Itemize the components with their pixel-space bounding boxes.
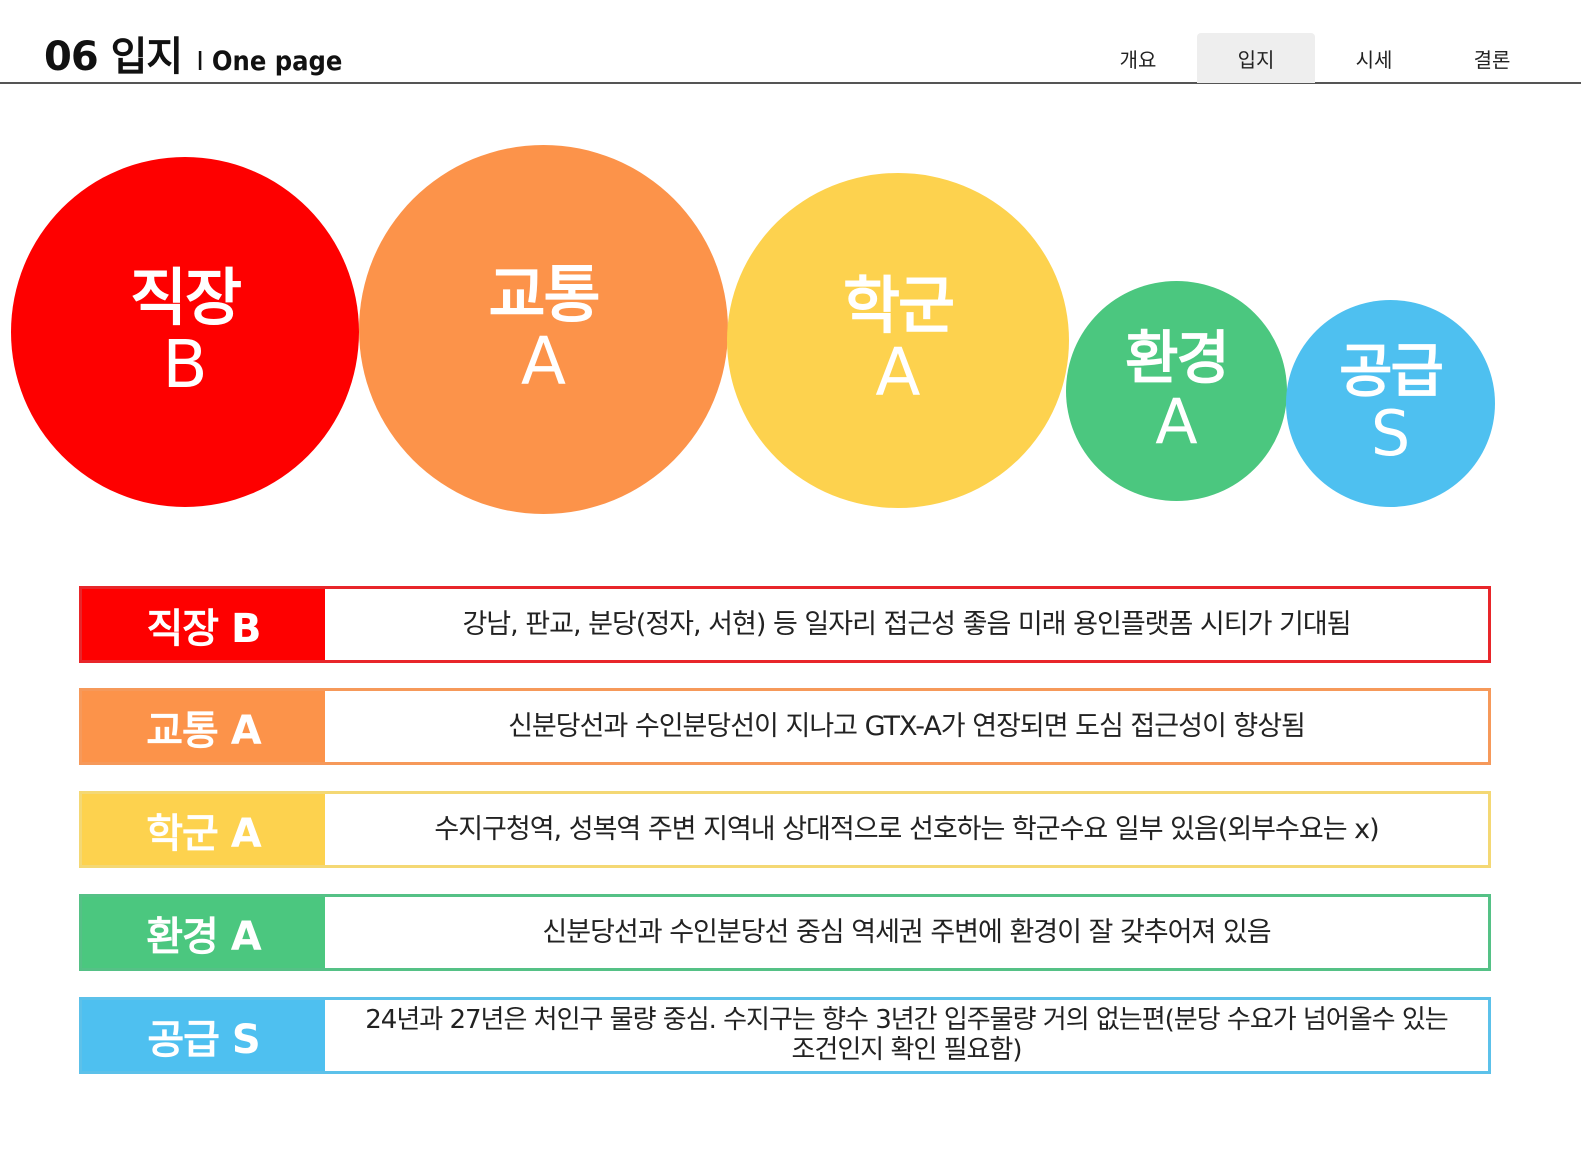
circle-job-label: 직장 [129, 260, 242, 334]
row-school-tag: 학군 A [82, 794, 325, 865]
title-separator: I [196, 47, 204, 77]
row-job-tag: 직장 B [82, 589, 325, 660]
row-supply-tag: 공급 S [82, 1000, 325, 1071]
header-bar: 06 입지 I One page 개요 입지 시세 결론 [0, 0, 1581, 84]
circle-environment-label: 환경 [1125, 324, 1230, 392]
row-job: 직장 B 강남, 판교, 분당(정자, 서현) 등 일자리 접근성 좋음 미래 … [79, 586, 1491, 663]
row-job-text: 강남, 판교, 분당(정자, 서현) 등 일자리 접근성 좋음 미래 용인플랫폼… [462, 608, 1351, 640]
nav-tab-overview[interactable]: 개요 [1079, 33, 1197, 83]
row-supply-text: 24년과 27년은 처인구 물량 중심. 수지구는 향수 3년간 입주물량 거의… [365, 1004, 1448, 1065]
circle-supply-grade: S [1370, 397, 1411, 471]
circle-environment-grade: A [1155, 384, 1198, 458]
nav-tab-conclusion[interactable]: 결론 [1433, 33, 1551, 83]
circle-school-grade: A [875, 334, 921, 412]
row-transport-text: 신분당선과 수인분당선이 지나고 GTX-A가 연장되면 도심 접근성이 향상됨 [508, 710, 1306, 742]
page-subtitle: One page [211, 46, 343, 77]
nav-tab-location[interactable]: 입지 [1197, 33, 1315, 83]
circle-transport: 교통 A [359, 145, 728, 514]
circle-environment: 환경 A [1066, 281, 1287, 501]
row-transport-tag: 교통 A [82, 691, 325, 762]
circle-job-grade: B [162, 325, 208, 403]
circle-job: 직장 B [11, 157, 359, 507]
row-environment-text: 신분당선과 수인분당선 중심 역세권 주변에 환경이 잘 갖추어져 있음 [542, 916, 1271, 948]
row-environment: 환경 A 신분당선과 수인분당선 중심 역세권 주변에 환경이 잘 갖추어져 있… [79, 894, 1491, 971]
section-nav: 개요 입지 시세 결론 [1079, 33, 1551, 83]
row-school: 학군 A 수지구청역, 성복역 주변 지역내 상대적으로 선호하는 학군수요 일… [79, 791, 1491, 868]
circle-school: 학군 A [727, 173, 1069, 508]
circle-transport-label: 교통 [488, 258, 600, 332]
row-supply: 공급 S 24년과 27년은 처인구 물량 중심. 수지구는 향수 3년간 입주… [79, 997, 1491, 1074]
row-transport: 교통 A 신분당선과 수인분당선이 지나고 GTX-A가 연장되면 도심 접근성… [79, 688, 1491, 765]
circle-supply: 공급 S [1286, 300, 1495, 507]
circle-transport-grade: A [520, 323, 567, 401]
page-title-main: 06 입지 [44, 34, 183, 80]
circle-school-label: 학군 [842, 269, 955, 343]
row-school-text: 수지구청역, 성복역 주변 지역내 상대적으로 선호하는 학군수요 일부 있음(… [434, 813, 1379, 845]
row-environment-tag: 환경 A [82, 897, 325, 968]
nav-tab-price[interactable]: 시세 [1315, 33, 1433, 83]
page-title: 06 입지 I One page [44, 24, 342, 82]
circle-supply-label: 공급 [1339, 336, 1444, 405]
